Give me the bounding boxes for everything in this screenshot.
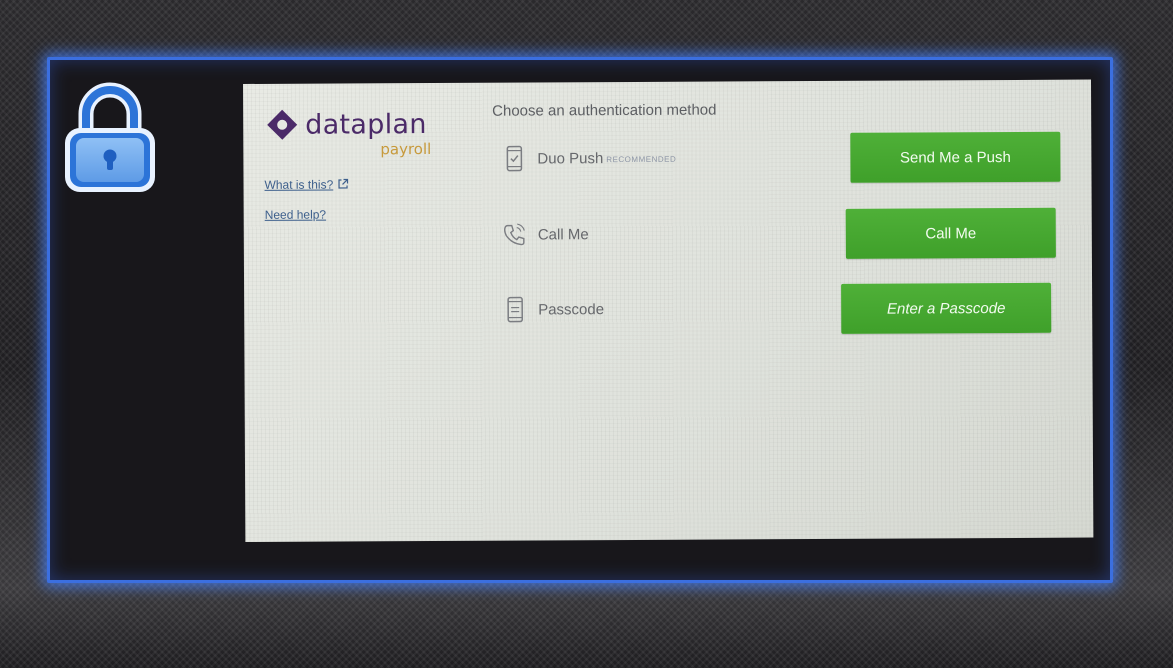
send-push-button[interactable]: Send Me a Push [850, 131, 1061, 183]
what-is-this-link[interactable]: What is this? [264, 177, 348, 192]
recommended-badge: RECOMMENDED [606, 154, 677, 165]
phone-check-icon [501, 145, 527, 173]
page-title: Choose an authentication method [492, 101, 717, 120]
phone-call-icon [502, 221, 528, 249]
what-is-this-label: What is this? [264, 177, 334, 192]
enter-passcode-button[interactable]: Enter a Passcode [841, 282, 1052, 334]
method-row-duo-push: Duo Push RECOMMENDED [501, 144, 676, 173]
call-me-button[interactable]: Call Me [845, 207, 1056, 259]
method-label-call-me: Call Me [537, 225, 589, 243]
method-row-call-me: Call Me [502, 220, 589, 248]
lock-icon [60, 78, 160, 198]
dataplan-logo-icon [267, 109, 298, 140]
brand-name: dataplan [305, 108, 427, 141]
passcode-icon [502, 296, 528, 324]
need-help-link[interactable]: Need help? [265, 208, 326, 222]
method-label-duo-push: Duo Push [537, 149, 604, 167]
method-label-passcode: Passcode [538, 300, 605, 318]
external-link-icon [337, 178, 348, 192]
photo-scene: dataplan payroll What is this? Need help… [0, 0, 1173, 668]
brand-logo: dataplan payroll [265, 107, 465, 158]
auth-dialog: dataplan payroll What is this? Need help… [243, 79, 1094, 542]
method-row-passcode: Passcode [502, 295, 604, 324]
brand-subtitle: payroll [380, 140, 432, 159]
